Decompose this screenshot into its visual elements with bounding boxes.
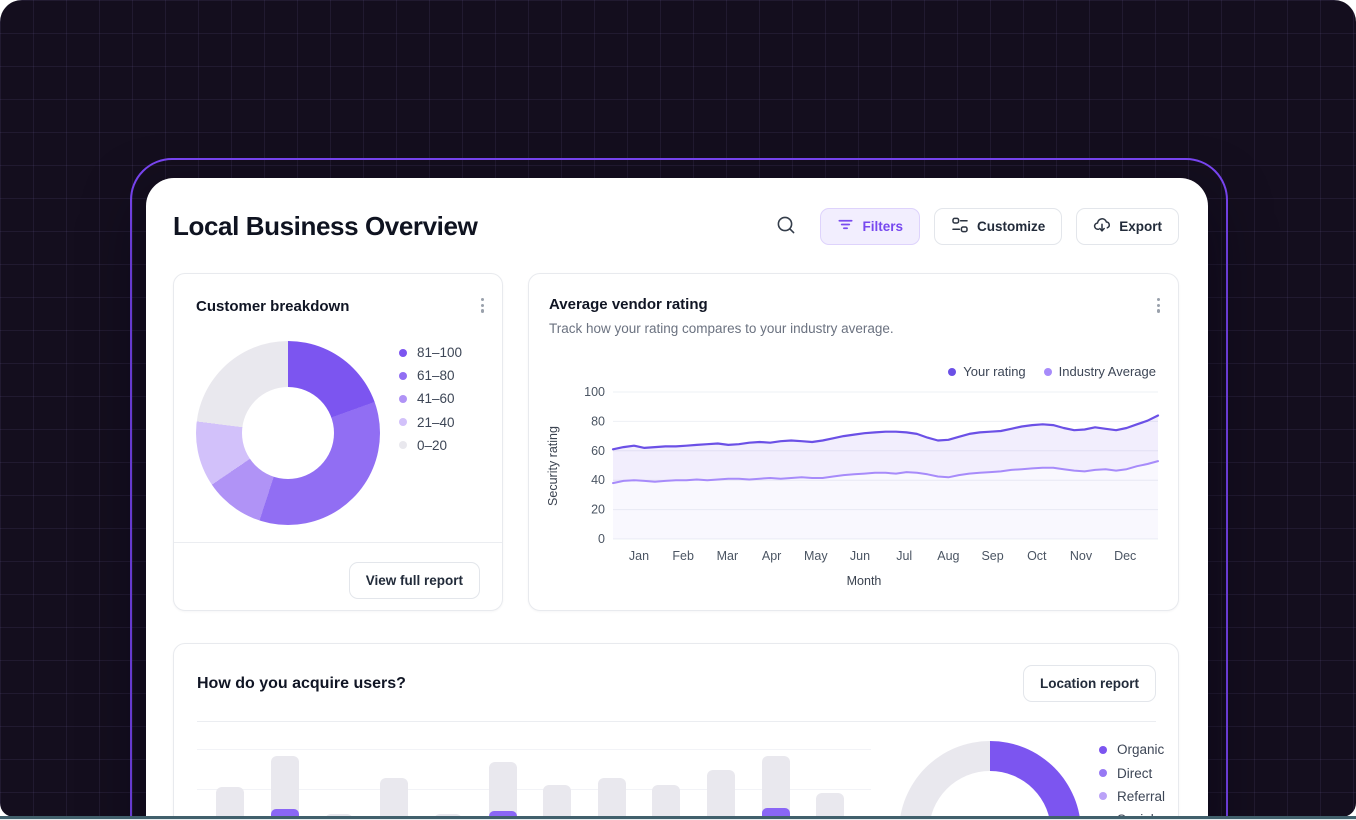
svg-text:Mar: Mar xyxy=(717,549,739,563)
screenshot-root: Local Business Overview xyxy=(0,0,1356,820)
legend-dot-icon xyxy=(1099,746,1107,754)
legend-dot-icon xyxy=(948,368,956,376)
search-icon xyxy=(776,215,796,238)
customize-button[interactable]: Customize xyxy=(934,208,1062,245)
legend-item: 81–100 xyxy=(399,341,462,364)
view-full-report-button[interactable]: View full report xyxy=(349,562,480,599)
acquisition-card: How do you acquire users? Location repor… xyxy=(173,643,1179,820)
legend-item: 0–20 xyxy=(399,434,462,457)
header-actions: Filters Customize xyxy=(772,208,1179,245)
vendor-rating-title: Average vendor rating xyxy=(549,296,708,313)
location-report-button[interactable]: Location report xyxy=(1023,665,1156,702)
svg-text:100: 100 xyxy=(584,385,605,399)
bottom-edge-strip xyxy=(0,815,1356,820)
legend-dot-icon xyxy=(1044,368,1052,376)
svg-text:Jun: Jun xyxy=(850,549,870,563)
svg-text:Nov: Nov xyxy=(1070,549,1093,563)
customize-label: Customize xyxy=(977,219,1045,234)
card-divider xyxy=(174,542,502,543)
customer-card-menu-icon[interactable] xyxy=(477,294,488,317)
svg-text:Oct: Oct xyxy=(1027,549,1047,563)
legend-label: 81–100 xyxy=(417,345,462,360)
search-button[interactable] xyxy=(772,212,800,240)
svg-text:Apr: Apr xyxy=(762,549,781,563)
legend-item: Organic xyxy=(1099,738,1165,761)
legend-label: Your rating xyxy=(963,364,1025,379)
legend-dot-icon xyxy=(399,349,407,357)
legend-label: 61–80 xyxy=(417,368,455,383)
filter-icon xyxy=(837,216,854,236)
svg-text:Jul: Jul xyxy=(896,549,912,563)
svg-text:40: 40 xyxy=(591,473,605,487)
legend-item: Your rating xyxy=(948,364,1025,379)
sliders-icon xyxy=(951,216,969,237)
svg-text:60: 60 xyxy=(591,444,605,458)
svg-text:20: 20 xyxy=(591,503,605,517)
legend-label: Direct xyxy=(1117,766,1152,781)
view-full-report-label: View full report xyxy=(366,573,463,588)
legend-dot-icon xyxy=(1099,769,1107,777)
svg-text:0: 0 xyxy=(598,532,605,546)
svg-text:Feb: Feb xyxy=(672,549,694,563)
location-report-label: Location report xyxy=(1040,676,1139,691)
legend-item: 21–40 xyxy=(399,411,462,434)
filters-label: Filters xyxy=(862,219,903,234)
legend-label: 0–20 xyxy=(417,438,447,453)
svg-text:Aug: Aug xyxy=(937,549,959,563)
customer-donut-legend: 81–100 61–80 41–60 21–40 0–20 xyxy=(399,341,462,457)
legend-label: Organic xyxy=(1117,742,1164,757)
page-title: Local Business Overview xyxy=(173,211,477,242)
customer-breakdown-card: Customer breakdown 81–100 61–80 41–60 21–40… xyxy=(173,273,503,611)
vendor-card-menu-icon[interactable] xyxy=(1153,294,1164,317)
legend-item: Industry Average xyxy=(1044,364,1156,379)
legend-label: 41–60 xyxy=(417,391,455,406)
cloud-download-icon xyxy=(1093,216,1111,237)
svg-text:May: May xyxy=(804,549,828,563)
donut-hole xyxy=(929,771,1051,820)
export-label: Export xyxy=(1119,219,1162,234)
legend-dot-icon xyxy=(1099,792,1107,800)
bar xyxy=(707,770,735,820)
vendor-chart-legend: Your rating Industry Average xyxy=(948,364,1156,379)
bar xyxy=(380,778,408,820)
legend-label: 21–40 xyxy=(417,415,455,430)
svg-text:Dec: Dec xyxy=(1114,549,1136,563)
legend-label: Industry Average xyxy=(1059,364,1156,379)
svg-text:80: 80 xyxy=(591,414,605,428)
bar xyxy=(598,778,626,820)
svg-text:Security rating: Security rating xyxy=(546,426,560,506)
vendor-rating-card: Average vendor rating Track how your rat… xyxy=(528,273,1179,611)
dashboard-panel: Local Business Overview xyxy=(146,178,1208,820)
acquisition-bar-chart xyxy=(174,644,894,820)
acquisition-donut-legend: OrganicDirectReferralSocial xyxy=(1099,738,1165,820)
legend-dot-icon xyxy=(399,418,407,426)
vendor-rating-subtitle: Track how your rating compares to your i… xyxy=(549,321,894,336)
customer-breakdown-title: Customer breakdown xyxy=(196,298,349,315)
legend-label: Referral xyxy=(1117,789,1165,804)
svg-text:Jan: Jan xyxy=(629,549,649,563)
svg-text:Month: Month xyxy=(847,574,882,588)
legend-dot-icon xyxy=(399,372,407,380)
legend-dot-icon xyxy=(399,441,407,449)
customer-donut-chart xyxy=(196,341,380,525)
legend-item: 41–60 xyxy=(399,387,462,410)
export-button[interactable]: Export xyxy=(1076,208,1179,245)
legend-item: 61–80 xyxy=(399,364,462,387)
acquisition-donut-chart xyxy=(899,741,1081,820)
legend-item: Direct xyxy=(1099,761,1165,784)
svg-text:Sep: Sep xyxy=(981,549,1003,563)
filters-button[interactable]: Filters xyxy=(820,208,920,245)
dashboard-header: Local Business Overview xyxy=(173,206,1179,246)
legend-dot-icon xyxy=(399,395,407,403)
legend-item: Referral xyxy=(1099,785,1165,808)
vendor-rating-line-chart: 100 80 60 40 20 0 Jan Feb Mar Apr May Jun Jul Aug Sep O… xyxy=(529,381,1180,599)
donut-hole xyxy=(242,387,334,479)
